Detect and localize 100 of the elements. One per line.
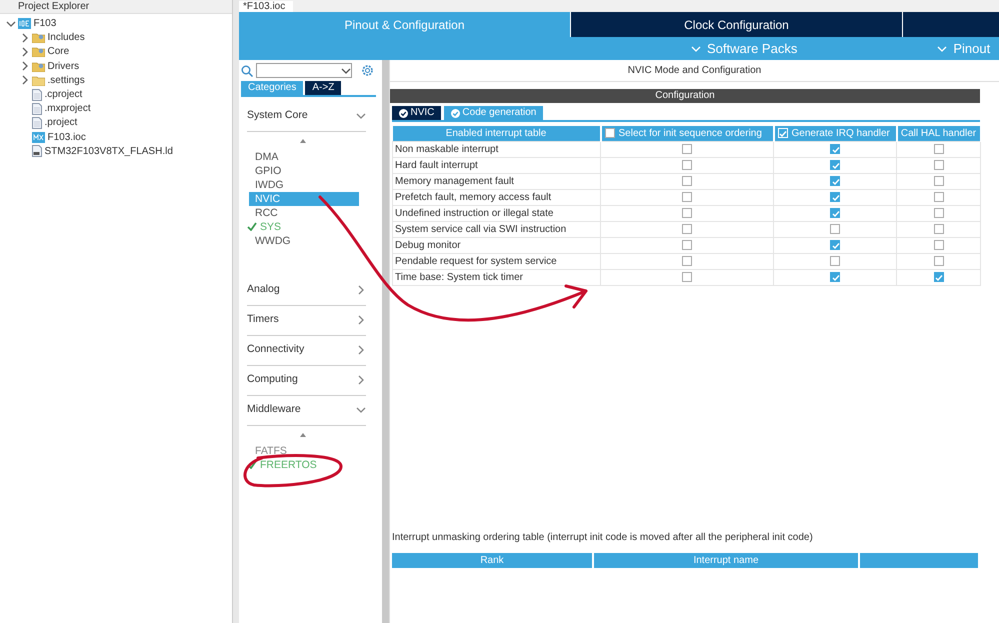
section-header: Configuration: [390, 89, 980, 103]
check-circle-icon: [399, 108, 408, 118]
chevron-down-icon: [356, 111, 366, 121]
category-header[interactable]: Connectivity: [247, 336, 366, 366]
file-icon: [32, 88, 42, 101]
file-icon: [32, 102, 42, 115]
checkbox[interactable]: [830, 176, 840, 186]
checkbox[interactable]: [682, 160, 692, 170]
folder-icon: [32, 32, 45, 44]
category-item[interactable]: RCC: [249, 206, 359, 220]
checkbox[interactable]: [830, 144, 840, 154]
scroll-up-icon: [299, 138, 307, 144]
category-header[interactable]: Computing: [247, 366, 366, 396]
checkbox[interactable]: [934, 224, 944, 234]
tree-item[interactable]: .settings: [48, 72, 85, 88]
checkbox[interactable]: [830, 208, 840, 218]
tree-item[interactable]: F103.ioc: [48, 130, 86, 145]
checkbox[interactable]: [682, 240, 692, 250]
checkbox[interactable]: [682, 224, 692, 234]
checkbox[interactable]: [830, 160, 840, 170]
tree-item[interactable]: Includes: [48, 30, 85, 46]
checkbox[interactable]: [934, 272, 944, 282]
checkbox[interactable]: [934, 160, 944, 170]
search-icon: [241, 64, 253, 76]
folder-icon: [32, 46, 45, 58]
chevron-right-icon[interactable]: [20, 61, 30, 72]
checkbox[interactable]: [830, 192, 840, 202]
category-header[interactable]: Timers: [247, 306, 366, 336]
folder-icon: [32, 60, 45, 72]
checkbox[interactable]: [830, 256, 840, 266]
checkbox[interactable]: [682, 144, 692, 154]
checkbox[interactable]: [934, 144, 944, 154]
table-cell: Undefined instruction or illegal state: [392, 206, 600, 222]
column-header: Interrupt name: [593, 553, 859, 568]
file-icon: [32, 116, 42, 129]
category-item[interactable]: WWDG: [249, 234, 359, 248]
checkbox[interactable]: [830, 240, 840, 250]
chevron-right-icon[interactable]: [20, 46, 30, 57]
tree-item[interactable]: .cproject: [44, 87, 82, 102]
panel-title: Project Explorer: [18, 0, 90, 13]
chevron-right-icon[interactable]: [20, 75, 30, 86]
dropdown-chevron-icon: [340, 66, 350, 76]
category-item[interactable]: IWDG: [249, 178, 359, 192]
checkbox[interactable]: [682, 208, 692, 218]
header-checkbox[interactable]: [604, 128, 614, 138]
category-item[interactable]: DMA: [249, 150, 359, 164]
scroll-up-icon: [299, 432, 307, 438]
checkbox[interactable]: [934, 256, 944, 266]
table-cell: Memory management fault: [392, 174, 600, 190]
settings-icon[interactable]: [361, 64, 374, 77]
tree-item[interactable]: STM32F103V8TX_FLASH.ld: [44, 144, 173, 159]
chevron-right-icon[interactable]: [20, 32, 30, 43]
checkbox[interactable]: [934, 192, 944, 202]
table-cell: Prefetch fault, memory access fault: [392, 190, 600, 206]
tree-item[interactable]: Core: [48, 44, 70, 60]
table-cell: Time base: System tick timer: [392, 270, 600, 286]
chevron-right-icon: [356, 315, 366, 325]
checkbox[interactable]: [682, 192, 692, 202]
chevron-down-icon: [691, 44, 701, 54]
chevron-right-icon: [356, 345, 366, 355]
table-cell: Non maskable interrupt: [392, 142, 600, 158]
column-header: Generate IRQ handler: [774, 126, 896, 142]
tree-item[interactable]: F103: [34, 16, 56, 32]
config-tab[interactable]: NVIC: [392, 106, 442, 120]
checkbox[interactable]: [830, 224, 840, 234]
chevron-right-icon: [356, 285, 366, 295]
category-header[interactable]: Analog: [247, 276, 366, 306]
checkbox[interactable]: [682, 176, 692, 186]
editor-tab[interactable]: *F103.ioc: [239, 1, 294, 12]
chevron-right-icon: [356, 375, 366, 385]
checkbox[interactable]: [830, 272, 840, 282]
table-cell: Debug monitor: [392, 238, 600, 254]
category-header[interactable]: Middleware: [247, 396, 366, 426]
category-header[interactable]: System Core: [247, 102, 366, 132]
linker-file-icon: [32, 145, 42, 158]
search-field[interactable]: [256, 63, 352, 78]
tree-item[interactable]: .mxproject: [44, 101, 91, 116]
column-header: Enabled interrupt table: [392, 126, 600, 142]
chevron-down-icon[interactable]: [6, 18, 16, 29]
checkbox[interactable]: [934, 176, 944, 186]
tree-item[interactable]: .project: [44, 115, 78, 130]
project-icon: [18, 18, 31, 30]
checkbox[interactable]: [682, 256, 692, 266]
column-header: Call HAL handler: [896, 126, 980, 142]
checkbox[interactable]: [934, 208, 944, 218]
checkbox[interactable]: [934, 240, 944, 250]
category-tab[interactable]: A->Z: [305, 80, 342, 94]
folder-icon: [32, 74, 45, 86]
table-cell: System service call via SWI instruction: [392, 222, 600, 238]
check-circle-icon: [450, 108, 460, 118]
tree-item[interactable]: Drivers: [48, 58, 80, 74]
chevron-down-icon: [356, 405, 366, 415]
column-header: Rank: [392, 553, 593, 568]
checkbox[interactable]: [682, 272, 692, 282]
check-icon: [247, 460, 257, 469]
table-cell: Hard fault interrupt: [392, 158, 600, 174]
chevron-down-icon: [937, 44, 948, 54]
top-tab[interactable]: Clock Configuration: [571, 12, 903, 37]
table-cell: Pendable request for system service: [392, 254, 600, 270]
category-item[interactable]: GPIO: [249, 164, 359, 178]
